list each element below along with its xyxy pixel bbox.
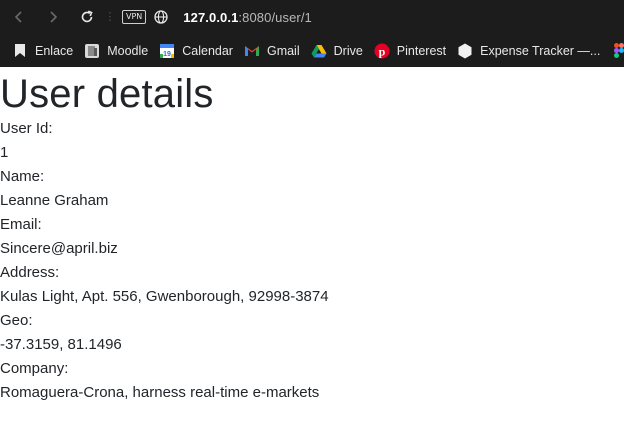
page-content: User details User Id: 1 Name: Leanne Gra… [0,71,624,405]
url-path: :8080/user/1 [238,9,312,25]
bookmark-gmail[interactable]: Gmail [244,43,300,59]
vpn-badge[interactable]: VPN [122,10,147,24]
toolbar-divider: ⋮ [104,10,116,23]
name-value: Leanne Graham [0,192,109,209]
gmail-icon [244,43,260,59]
email-label: Email: [0,216,42,233]
company-label: Company: [0,360,69,377]
email-value: Sincere@april.biz [0,240,118,257]
address-value: Kulas Light, Apt. 556, Gwenborough, 9299… [0,288,329,305]
bookmark-figma[interactable] [611,43,624,59]
bookmark-label: Moodle [107,43,149,58]
bookmark-calendar[interactable]: 19 Calendar [159,43,233,59]
user-id-value: 1 [0,144,9,161]
geo-value: -37.3159, 81.1496 [0,336,122,353]
forward-button[interactable] [42,6,64,28]
user-id-label: User Id: [0,120,53,137]
page-title: User details [0,72,214,116]
bookmark-expense-tracker[interactable]: Expense Tracker —... [457,43,600,59]
user-details: User Id: 1 Name: Leanne Graham Email: Si… [0,117,624,405]
drive-icon [311,43,327,59]
calendar-icon: 19 [159,43,175,59]
bookmark-label: Pinterest [396,43,447,58]
bookmark-label: Gmail [266,43,300,58]
back-arrow-icon [14,11,22,23]
bookmark-label: Expense Tracker —... [480,43,601,58]
company-value: Romaguera-Crona, harness real-time e-mar… [0,384,320,401]
bookmark-folder-icon [12,43,28,59]
bookmark-moodle[interactable]: Moodle [84,43,148,59]
bookmark-pinterest[interactable]: p Pinterest [374,43,446,59]
figma-icon [611,43,624,59]
moodle-icon [84,43,100,59]
hexagon-icon [457,43,473,59]
bookmark-label: Drive [333,43,363,58]
globe-icon[interactable] [154,10,168,24]
browser-chrome: ⋮ VPN 127.0.0.1:8080/user/1 Enlace Moodl… [0,0,624,67]
url-host: 127.0.0.1 [183,9,239,25]
back-button[interactable] [8,6,30,28]
bookmark-drive[interactable]: Drive [311,43,363,59]
name-label: Name: [0,168,45,185]
pinterest-icon: p [374,43,390,59]
address-bar[interactable]: 127.0.0.1:8080/user/1 [183,10,312,25]
address-label: Address: [0,264,60,281]
browser-toolbar: ⋮ VPN 127.0.0.1:8080/user/1 [0,0,624,34]
svg-text:p: p [378,44,385,58]
bookmark-enlace[interactable]: Enlace [12,43,73,59]
reload-icon [81,10,93,23]
reload-button[interactable] [76,6,98,28]
bookmark-label: Enlace [35,43,74,58]
bookmarks-bar: Enlace Moodle 19 Calendar Gmail Drive p … [0,34,624,67]
forward-arrow-icon [50,11,58,23]
bookmark-label: Calendar [182,43,233,58]
geo-label: Geo: [0,312,33,329]
svg-text:19: 19 [163,51,171,58]
